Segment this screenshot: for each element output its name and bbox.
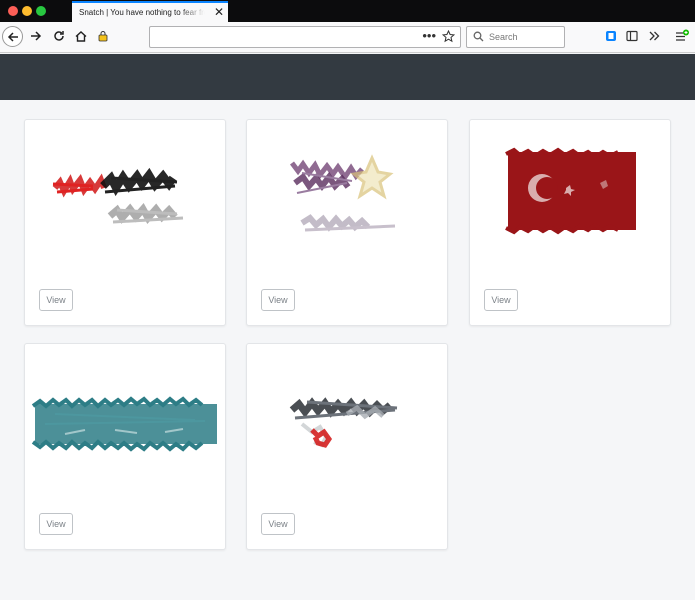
chevron-double-right-icon: [649, 31, 660, 41]
sidebar-icon: [626, 30, 638, 42]
search-input[interactable]: [489, 30, 561, 44]
scribble-flag-red-black-gray: [52, 167, 184, 225]
card-image: [52, 167, 184, 225]
scribble-flag-teal: [31, 396, 217, 452]
browser-titlebar: Snatch | You have nothing to fear from m…: [0, 0, 695, 22]
window-minimize-icon[interactable]: [22, 6, 32, 16]
tab-title: Snatch | You have nothing to fear from m…: [79, 8, 205, 17]
card: View: [469, 119, 671, 326]
search-bar[interactable]: [466, 26, 565, 48]
container-tab-button[interactable]: [601, 26, 621, 46]
card-image: [31, 396, 217, 452]
card-image: [290, 154, 396, 232]
reload-button[interactable]: [49, 26, 69, 46]
card-image: [505, 147, 636, 235]
arrow-right-icon: [31, 31, 42, 41]
tab-close-icon[interactable]: ✕: [214, 5, 224, 19]
view-button[interactable]: View: [261, 513, 295, 535]
card-image: [289, 397, 398, 448]
view-button[interactable]: View: [39, 289, 73, 311]
browser-navbar: •••: [0, 22, 695, 53]
forward-button[interactable]: [26, 26, 46, 46]
url-bar[interactable]: •••: [149, 26, 461, 48]
bookmark-star-icon[interactable]: [442, 30, 455, 43]
reload-icon: [54, 31, 64, 41]
search-icon: [473, 31, 484, 42]
back-button[interactable]: [2, 26, 23, 47]
view-button[interactable]: View: [39, 513, 73, 535]
card: View: [246, 343, 448, 550]
arrow-left-icon: [7, 31, 18, 42]
card: View: [24, 119, 226, 326]
scribble-flag-purple-gold: [290, 154, 396, 232]
card: View: [246, 119, 448, 326]
site-header: [0, 54, 695, 100]
card: View: [24, 343, 226, 550]
scribble-flag-black-gray-red: [289, 397, 398, 448]
window-zoom-icon[interactable]: [36, 6, 46, 16]
page-actions-icon[interactable]: •••: [422, 28, 436, 43]
view-button[interactable]: View: [484, 289, 518, 311]
hamburger-menu-icon: [676, 29, 689, 41]
home-button[interactable]: [71, 26, 91, 46]
window-close-icon[interactable]: [8, 6, 18, 16]
view-button[interactable]: View: [261, 289, 295, 311]
home-icon: [75, 31, 87, 42]
container-icon: [606, 31, 616, 41]
scribble-flag-red-white-crescent: [505, 147, 636, 235]
extension-icon: [98, 31, 108, 42]
overflow-button[interactable]: [644, 26, 664, 46]
menu-button[interactable]: [672, 26, 692, 46]
browser-tab[interactable]: Snatch | You have nothing to fear from m…: [72, 1, 228, 22]
sidebar-button[interactable]: [622, 26, 642, 46]
extension-button[interactable]: [93, 26, 113, 46]
